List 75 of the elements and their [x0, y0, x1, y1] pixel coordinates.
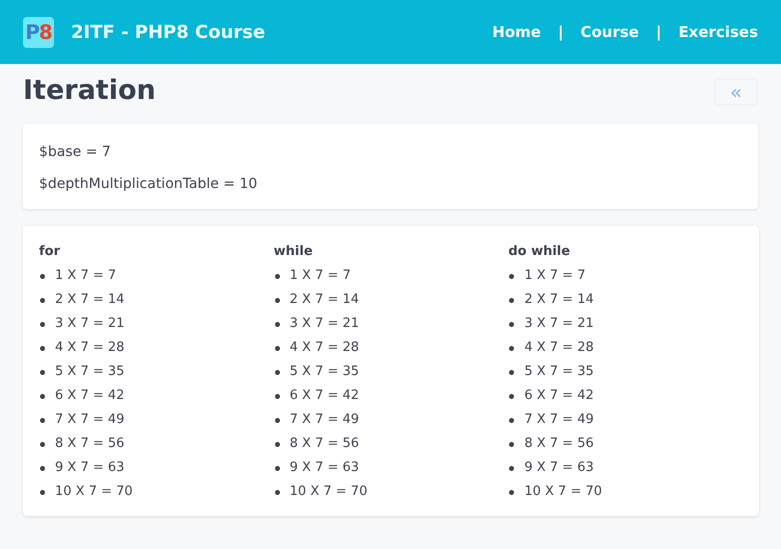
page-title: Iteration: [23, 74, 156, 108]
multiplication-text: 10 X 7 = 70: [524, 483, 602, 502]
column-heading: do while: [508, 243, 572, 261]
nav-link[interactable]: Course: [580, 20, 639, 44]
nav-separator: |: [656, 22, 662, 43]
bullet-icon: [274, 298, 280, 302]
multiplication-text: 4 X 7 = 28: [290, 339, 360, 358]
multiplication-text: 2 X 7 = 14: [524, 291, 594, 310]
bullet-icon: [274, 442, 280, 446]
bullet-icon: [40, 298, 45, 302]
variable-text: $depthMultiplicationTable = 10: [39, 175, 258, 194]
multiplication-text: 4 X 7 = 28: [524, 339, 594, 358]
multiplication-text: 3 X 7 = 21: [524, 315, 594, 334]
bullet-icon: [40, 322, 45, 326]
multiplication-text: 5 X 7 = 35: [524, 363, 594, 382]
bullet-icon: [274, 490, 280, 494]
bullet-icon: [509, 490, 514, 494]
bullet-icon: [274, 346, 280, 350]
bullet-icon: [509, 274, 514, 278]
bullet-icon: [274, 322, 280, 326]
multiplication-text: 3 X 7 = 21: [55, 315, 124, 334]
multiplication-text: 2 X 7 = 14: [55, 291, 124, 310]
multiplication-text: 8 X 7 = 56: [524, 435, 594, 454]
bullet-icon: [40, 274, 45, 278]
multiplication-text: 6 X 7 = 42: [290, 387, 360, 406]
multiplication-text: 1 X 7 = 7: [524, 267, 586, 286]
bullet-icon: [274, 466, 280, 470]
multiplication-text: 8 X 7 = 56: [55, 435, 124, 454]
bullet-icon: [509, 418, 514, 422]
bullet-icon: [509, 442, 514, 446]
column-heading: while: [274, 243, 314, 261]
multiplication-text: 7 X 7 = 49: [290, 411, 360, 430]
logo-letter: 8: [38, 19, 52, 46]
nav-separator: |: [558, 22, 564, 43]
multiplication-text: 9 X 7 = 63: [524, 459, 594, 478]
bullet-icon: [509, 346, 514, 350]
bullet-icon: [40, 346, 45, 350]
bullet-icon: [274, 418, 280, 422]
nav-link[interactable]: Exercises: [678, 20, 758, 44]
multiplication-text: 1 X 7 = 7: [290, 267, 351, 286]
bullet-icon: [40, 442, 45, 446]
bullet-icon: [40, 394, 45, 398]
nav-link[interactable]: Home: [492, 20, 541, 44]
column-heading: for: [39, 243, 61, 261]
bullet-icon: [509, 370, 514, 374]
variable-text: $base = 7: [39, 143, 112, 162]
bullet-icon: [509, 298, 514, 302]
multiplication-text: 1 X 7 = 7: [55, 267, 116, 286]
multiplication-text: 2 X 7 = 14: [290, 291, 360, 310]
bullet-icon: [274, 274, 280, 278]
bullet-icon: [40, 490, 45, 494]
multiplication-text: 6 X 7 = 42: [524, 387, 594, 406]
multiplication-text: 6 X 7 = 42: [55, 387, 124, 406]
bullet-icon: [509, 466, 514, 470]
multiplication-text: 5 X 7 = 35: [55, 363, 124, 382]
bullet-icon: [509, 394, 514, 398]
multiplication-text: 9 X 7 = 63: [55, 459, 124, 478]
multiplication-text: 7 X 7 = 49: [524, 411, 594, 430]
multiplication-text: 10 X 7 = 70: [290, 483, 368, 502]
logo-letter: P: [25, 19, 39, 46]
multiplication-text: 3 X 7 = 21: [290, 315, 360, 334]
multiplication-text: 10 X 7 = 70: [55, 483, 133, 502]
bullet-icon: [40, 466, 45, 470]
multiplication-text: 7 X 7 = 49: [55, 411, 124, 430]
multiplication-text: 8 X 7 = 56: [290, 435, 360, 454]
bullet-icon: [40, 370, 45, 374]
bullet-icon: [509, 322, 514, 326]
multiplication-text: 9 X 7 = 63: [290, 459, 360, 478]
bullet-icon: [274, 394, 280, 398]
back-button[interactable]: «: [714, 79, 758, 105]
bullet-icon: [274, 370, 280, 374]
site-title: 2ITF - PHP8 Course: [71, 20, 266, 44]
bullet-icon: [40, 418, 45, 422]
multiplication-text: 5 X 7 = 35: [290, 363, 360, 382]
multiplication-text: 4 X 7 = 28: [55, 339, 124, 358]
